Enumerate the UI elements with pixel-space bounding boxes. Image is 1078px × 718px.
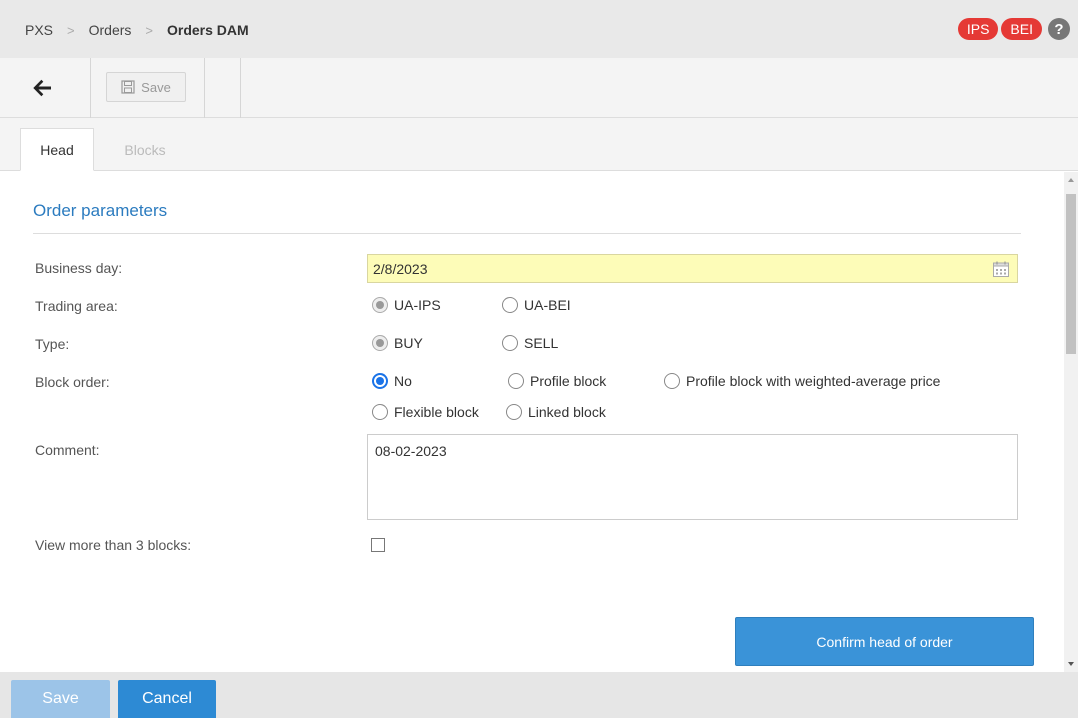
view-more-blocks-label: View more than 3 blocks: bbox=[35, 537, 192, 553]
confirm-head-of-order-button[interactable]: Confirm head of order bbox=[735, 617, 1034, 666]
scrollbar-thumb[interactable] bbox=[1066, 194, 1076, 354]
radio-flexible-block-label: Flexible block bbox=[394, 404, 479, 420]
radio-checked-icon bbox=[372, 335, 388, 351]
radio-ua-bei[interactable]: UA-BEI bbox=[502, 297, 571, 313]
toolbar-save-label: Save bbox=[141, 79, 171, 95]
breadcrumb-pxs[interactable]: PXS bbox=[25, 22, 53, 38]
badge-bei[interactable]: BEI bbox=[1001, 18, 1042, 40]
block-order-label: Block order: bbox=[35, 374, 110, 390]
radio-buy-label: BUY bbox=[394, 335, 423, 351]
radio-no-label: No bbox=[394, 373, 412, 389]
tab-head[interactable]: Head bbox=[20, 128, 94, 171]
top-bar: PXS > Orders > Orders DAM IPS BEI ? bbox=[0, 0, 1078, 58]
radio-unchecked-icon bbox=[506, 404, 522, 420]
radio-linked-block[interactable]: Linked block bbox=[506, 404, 606, 420]
radio-ua-bei-label: UA-BEI bbox=[524, 297, 571, 313]
toolbar-save-button[interactable]: Save bbox=[106, 72, 186, 102]
radio-profile-block-label: Profile block bbox=[530, 373, 607, 389]
radio-unchecked-icon bbox=[372, 404, 388, 420]
toolbar-divider bbox=[204, 58, 205, 118]
header-badges: IPS BEI ? bbox=[957, 18, 1070, 40]
radio-flexible-block[interactable]: Flexible block bbox=[372, 404, 479, 420]
radio-ua-ips[interactable]: UA-IPS bbox=[372, 297, 441, 313]
toolbar-divider bbox=[90, 58, 91, 118]
breadcrumb: PXS > Orders > Orders DAM bbox=[25, 22, 249, 38]
vertical-scrollbar[interactable] bbox=[1064, 172, 1078, 672]
calendar-icon[interactable] bbox=[992, 260, 1010, 278]
back-arrow-icon[interactable] bbox=[30, 76, 54, 100]
radio-profile-block-weighted-label: Profile block with weighted-average pric… bbox=[686, 373, 941, 389]
radio-linked-block-label: Linked block bbox=[528, 404, 606, 420]
tab-bar: Head Blocks bbox=[0, 118, 1078, 171]
radio-buy[interactable]: BUY bbox=[372, 335, 423, 351]
type-label: Type: bbox=[35, 336, 70, 352]
radio-unchecked-icon bbox=[508, 373, 524, 389]
toolbar-divider bbox=[240, 58, 241, 118]
breadcrumb-separator-icon: > bbox=[145, 22, 153, 38]
view-more-blocks-checkbox[interactable] bbox=[371, 538, 385, 552]
section-title: Order parameters bbox=[33, 201, 168, 220]
radio-checked-icon bbox=[372, 297, 388, 313]
scroll-down-arrow-icon[interactable] bbox=[1068, 662, 1074, 666]
order-form: Order parameters Business day: 2/8/2023 … bbox=[0, 172, 1064, 672]
footer-cancel-button[interactable]: Cancel bbox=[118, 680, 216, 718]
help-icon[interactable]: ? bbox=[1048, 18, 1070, 40]
radio-unchecked-icon bbox=[502, 335, 518, 351]
radio-no[interactable]: No bbox=[372, 373, 412, 389]
radio-unchecked-icon bbox=[502, 297, 518, 313]
radio-ua-ips-label: UA-IPS bbox=[394, 297, 441, 313]
radio-profile-block-weighted[interactable]: Profile block with weighted-average pric… bbox=[664, 373, 940, 389]
business-day-label: Business day: bbox=[35, 260, 123, 276]
radio-sell[interactable]: SELL bbox=[502, 335, 558, 351]
floppy-disk-icon bbox=[121, 80, 135, 94]
comment-value: 08-02-2023 bbox=[375, 443, 447, 459]
breadcrumb-orders-dam: Orders DAM bbox=[167, 22, 249, 38]
comment-label: Comment: bbox=[35, 442, 100, 458]
scroll-up-arrow-icon[interactable] bbox=[1068, 178, 1074, 182]
business-day-value: 2/8/2023 bbox=[373, 260, 428, 277]
section-divider bbox=[33, 233, 1021, 234]
breadcrumb-separator-icon: > bbox=[67, 22, 75, 38]
business-day-input[interactable]: 2/8/2023 bbox=[367, 254, 1018, 283]
radio-checked-icon bbox=[372, 373, 388, 389]
radio-profile-block[interactable]: Profile block bbox=[508, 373, 606, 389]
radio-unchecked-icon bbox=[664, 373, 680, 389]
radio-sell-label: SELL bbox=[524, 335, 559, 351]
toolbar: Save bbox=[0, 58, 1078, 118]
footer-bar: Save Cancel bbox=[0, 672, 1078, 718]
tab-blocks[interactable]: Blocks bbox=[100, 128, 190, 171]
footer-save-button[interactable]: Save bbox=[11, 680, 110, 718]
comment-textarea[interactable]: 08-02-2023 bbox=[367, 434, 1018, 520]
badge-ips[interactable]: IPS bbox=[957, 18, 999, 40]
breadcrumb-orders[interactable]: Orders bbox=[89, 22, 132, 38]
trading-area-label: Trading area: bbox=[35, 298, 118, 314]
